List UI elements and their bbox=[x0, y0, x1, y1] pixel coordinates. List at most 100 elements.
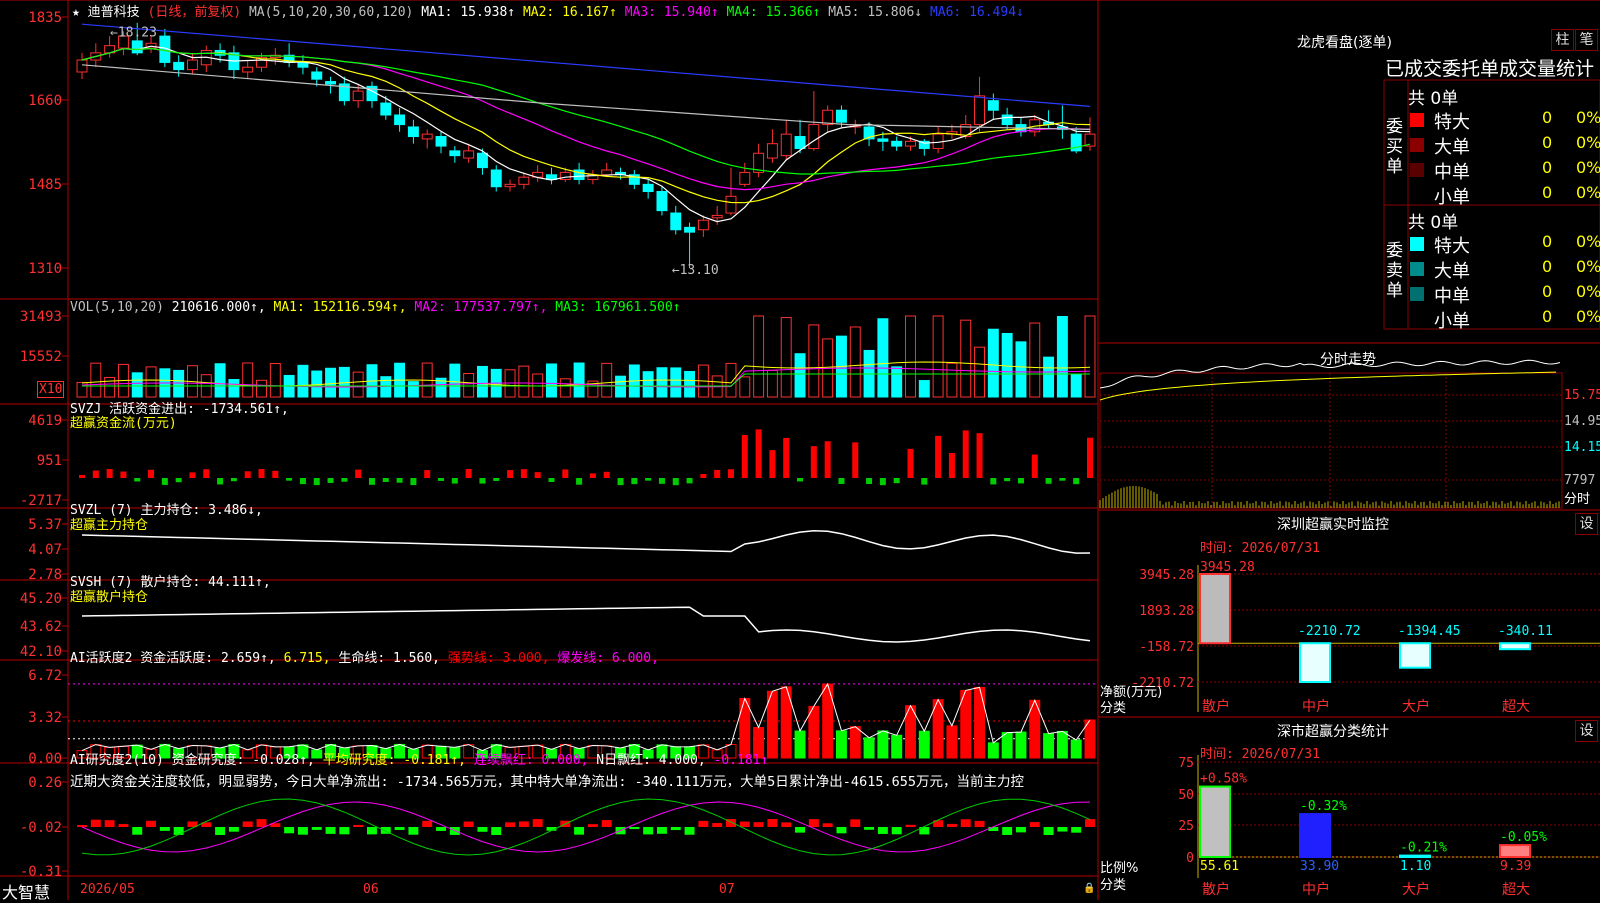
candle-body bbox=[325, 81, 337, 85]
ma-legend-item-1: MA1: 15.938↑ bbox=[421, 5, 523, 20]
flow-bar bbox=[1017, 478, 1024, 484]
flow-bar bbox=[797, 478, 804, 482]
sz-monitor-value-label: 3945.28 bbox=[1200, 560, 1255, 575]
ma-legend-item-6: MA6: 16.494↓ bbox=[929, 5, 1024, 20]
sz-monitor-title: 深圳超赢实时监控 bbox=[1277, 517, 1389, 533]
research-bar bbox=[463, 821, 474, 827]
activity-bar bbox=[808, 705, 820, 759]
volume-bar bbox=[573, 362, 585, 398]
flow-bar bbox=[727, 469, 734, 478]
svzj-axis-label: 951 bbox=[37, 453, 62, 469]
candle-body bbox=[76, 59, 88, 73]
flow-bar bbox=[631, 478, 638, 485]
research-bar bbox=[256, 819, 267, 827]
sell-row-color-swatch bbox=[1410, 237, 1424, 251]
flow-bar bbox=[1087, 437, 1093, 478]
favorite-star-icon[interactable]: ★ bbox=[72, 5, 80, 20]
buy-row-color-swatch bbox=[1410, 163, 1424, 177]
volume-bar bbox=[90, 362, 102, 398]
sell-row-color-swatch bbox=[1410, 262, 1424, 276]
research-bar bbox=[436, 827, 446, 831]
flow-bar bbox=[1059, 478, 1066, 481]
svzj-axis-label: -2717 bbox=[20, 493, 62, 509]
candle-body bbox=[186, 59, 198, 71]
research-bar bbox=[712, 823, 723, 827]
flow-bar bbox=[520, 469, 527, 478]
activity-bar bbox=[849, 726, 861, 759]
buy-row-count: 0 bbox=[1542, 108, 1553, 127]
research-bar bbox=[477, 827, 488, 832]
sz-class-axis-label: 25 bbox=[1178, 819, 1194, 834]
tick-mode-button[interactable]: 笔 bbox=[1575, 29, 1598, 51]
period-label[interactable]: (日线，前复权) bbox=[148, 5, 242, 20]
flow-bar bbox=[327, 478, 334, 483]
buy-row-count: 0 bbox=[1542, 158, 1553, 177]
app-logo[interactable]: 大智慧 bbox=[2, 879, 50, 903]
ai-active-axis-label: 6.72 bbox=[28, 668, 62, 684]
research-bar bbox=[1002, 827, 1013, 835]
flow-bar bbox=[355, 469, 362, 478]
flow-bar bbox=[700, 473, 707, 478]
sz-monitor-category: 大户 bbox=[1402, 698, 1430, 715]
research-bar bbox=[822, 823, 833, 827]
volume-bar bbox=[1043, 356, 1055, 398]
flow-bar bbox=[507, 470, 514, 478]
research-bar bbox=[394, 827, 405, 830]
flow-bar bbox=[244, 471, 251, 478]
sell-total: 共 0单 bbox=[1408, 213, 1459, 233]
sz-class-settings-button[interactable]: 设 bbox=[1575, 720, 1598, 742]
volume-bar bbox=[1084, 315, 1096, 398]
ma10-line bbox=[81, 47, 1091, 204]
bar-mode-button[interactable]: 柱 bbox=[1551, 29, 1574, 51]
svsh-axis-label: 45.20 bbox=[20, 591, 62, 607]
volume-bar bbox=[104, 376, 116, 398]
candle-body bbox=[670, 212, 682, 231]
ai-active-legend: AI活跃度2 资金活跃度: 2.659↑, 6.715, 生命线: 1.560,… bbox=[70, 647, 659, 666]
research-bar bbox=[974, 820, 985, 827]
flow-bar bbox=[921, 478, 928, 485]
candle-body bbox=[449, 150, 461, 157]
buy-row-pct: 0% bbox=[1576, 108, 1600, 127]
lock-icon[interactable]: 🔒 bbox=[1083, 883, 1095, 894]
vol-axis-label: 31493 bbox=[20, 309, 62, 325]
sz-monitor-xlabel: 分类 bbox=[1100, 701, 1127, 716]
research-bar bbox=[753, 822, 764, 827]
sz-class-value-label: 9.39 bbox=[1500, 859, 1531, 874]
buy-side-label: 单 bbox=[1386, 157, 1403, 177]
sz-class-change-label: +0.58% bbox=[1200, 772, 1247, 787]
volume-bar bbox=[932, 315, 944, 398]
stock-name[interactable]: 迪普科技 bbox=[88, 5, 140, 20]
volume-bar bbox=[145, 366, 157, 398]
volume-bar bbox=[960, 319, 972, 398]
activity-bar bbox=[946, 725, 958, 759]
flow-bar bbox=[258, 469, 265, 478]
ai-research-legend-item-2: 连续飘红: 0.000, bbox=[473, 753, 597, 768]
volume-bar bbox=[601, 362, 613, 398]
volume-bar bbox=[173, 369, 185, 398]
ma-legend-item-4: MA4: 15.366↑ bbox=[726, 5, 829, 20]
intraday-axis-label: 14.15 bbox=[1564, 440, 1600, 455]
sz-monitor-axis-label: 1893.28 bbox=[1139, 604, 1194, 619]
ai-research-legend-item-3: N日飘红: 4.000, bbox=[596, 753, 714, 768]
volume-unit-badge: X10 bbox=[37, 381, 65, 398]
research-bar bbox=[491, 827, 502, 835]
buy-row-pct: 0% bbox=[1576, 133, 1600, 152]
research-bar bbox=[77, 825, 87, 827]
candle-body bbox=[905, 140, 916, 147]
flow-bar bbox=[810, 446, 817, 478]
vol-legend-item-1: 210616.000↑, bbox=[171, 300, 274, 315]
ai-research-axis-label: 0.26 bbox=[28, 775, 62, 791]
research-bar bbox=[656, 827, 667, 834]
vol-legend-item-3: MA2: 177537.797↑, bbox=[414, 300, 556, 315]
candle-body bbox=[518, 176, 530, 185]
candle-body bbox=[173, 61, 185, 71]
research-bar bbox=[146, 820, 157, 827]
sz-monitor-bar bbox=[1199, 573, 1231, 645]
sell-side-label: 单 bbox=[1386, 281, 1403, 301]
sz-monitor-settings-button[interactable]: 设 bbox=[1575, 513, 1598, 535]
volume-bar bbox=[1015, 341, 1027, 398]
candle-body bbox=[766, 143, 778, 159]
activity-bar bbox=[987, 742, 999, 759]
flow-bar bbox=[106, 469, 113, 478]
sz-class-axis-label: 75 bbox=[1178, 756, 1194, 771]
